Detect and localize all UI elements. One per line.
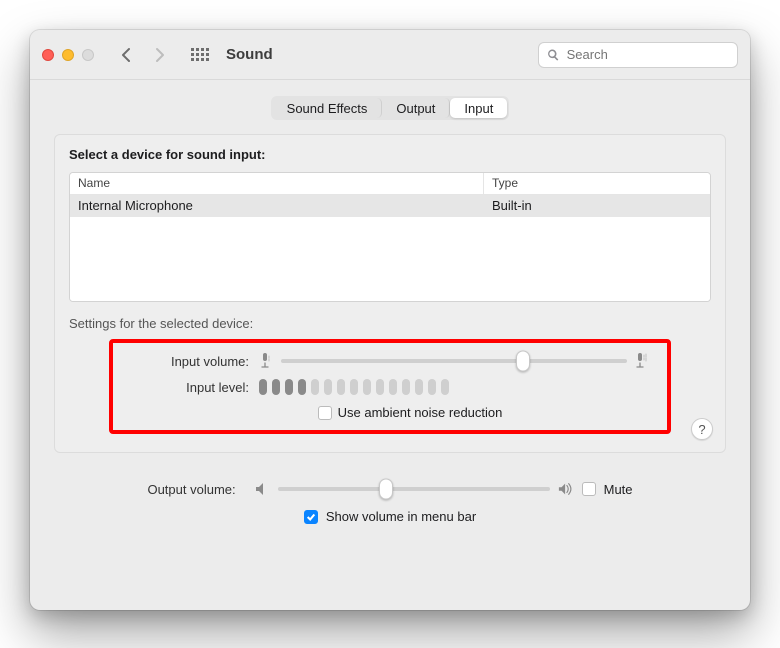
input-level-meter bbox=[259, 379, 449, 395]
search-icon bbox=[547, 48, 560, 62]
mute-label: Mute bbox=[604, 482, 633, 497]
menubar-label: Show volume in menu bar bbox=[326, 509, 476, 524]
content-area: Sound Effects Output Input Select a devi… bbox=[30, 80, 750, 610]
panel-title: Select a device for sound input: bbox=[69, 147, 711, 162]
highlighted-settings-area: Input volume: bbox=[109, 339, 671, 434]
device-name: Internal Microphone bbox=[70, 195, 484, 217]
level-bar bbox=[259, 379, 267, 395]
level-bar bbox=[389, 379, 397, 395]
window-traffic-lights bbox=[42, 49, 94, 61]
input-volume-knob[interactable] bbox=[516, 351, 530, 372]
menubar-row: Show volume in menu bar bbox=[54, 509, 726, 524]
settings-title: Settings for the selected device: bbox=[69, 316, 711, 331]
input-level-label: Input level: bbox=[131, 380, 249, 395]
level-bar bbox=[298, 379, 306, 395]
level-bar bbox=[324, 379, 332, 395]
level-bar bbox=[272, 379, 280, 395]
output-volume-slider-area bbox=[254, 481, 574, 497]
tab-sound-effects[interactable]: Sound Effects bbox=[273, 98, 383, 118]
level-bar bbox=[376, 379, 384, 395]
table-empty-area bbox=[70, 217, 710, 301]
show-all-button[interactable] bbox=[188, 43, 212, 67]
mute-checkbox[interactable] bbox=[582, 482, 596, 496]
input-panel: Select a device for sound input: Name Ty… bbox=[54, 134, 726, 453]
speaker-high-icon bbox=[558, 481, 574, 497]
close-window-button[interactable] bbox=[42, 49, 54, 61]
mic-low-icon bbox=[259, 353, 273, 369]
speaker-low-icon bbox=[254, 481, 270, 497]
window-title: Sound bbox=[226, 46, 273, 63]
titlebar: Sound bbox=[30, 30, 750, 80]
grid-icon bbox=[191, 46, 209, 64]
sound-tabs: Sound Effects Output Input bbox=[271, 96, 510, 120]
menubar-checkbox[interactable] bbox=[304, 510, 318, 524]
input-volume-row: Input volume: bbox=[131, 353, 649, 369]
tab-output[interactable]: Output bbox=[382, 98, 450, 118]
level-bar bbox=[337, 379, 345, 395]
level-bar bbox=[350, 379, 358, 395]
level-bar bbox=[415, 379, 423, 395]
forward-button bbox=[148, 43, 172, 67]
input-volume-label: Input volume: bbox=[131, 354, 249, 369]
level-bar bbox=[363, 379, 371, 395]
device-type: Built-in bbox=[484, 195, 710, 217]
input-device-table: Name Type Internal Microphone Built-in bbox=[69, 172, 711, 302]
level-bar bbox=[311, 379, 319, 395]
output-volume-label: Output volume: bbox=[147, 482, 235, 497]
noise-reduction-row: Use ambient noise reduction bbox=[171, 405, 649, 420]
column-header-name[interactable]: Name bbox=[70, 173, 484, 195]
column-header-type[interactable]: Type bbox=[484, 173, 710, 195]
minimize-window-button[interactable] bbox=[62, 49, 74, 61]
input-volume-slider-area bbox=[259, 353, 649, 369]
input-level-row: Input level: bbox=[131, 379, 649, 395]
noise-reduction-checkbox[interactable] bbox=[318, 406, 332, 420]
level-bar bbox=[441, 379, 449, 395]
input-volume-slider[interactable] bbox=[281, 359, 627, 363]
sound-preferences-window: Sound Sound Effects Output Input Select … bbox=[30, 30, 750, 610]
output-volume-row: Output volume: Mute bbox=[54, 481, 726, 497]
mic-high-icon bbox=[635, 353, 649, 369]
tab-input[interactable]: Input bbox=[450, 98, 507, 118]
back-button[interactable] bbox=[114, 43, 138, 67]
level-bar bbox=[285, 379, 293, 395]
output-volume-slider[interactable] bbox=[278, 487, 550, 491]
help-button[interactable]: ? bbox=[691, 418, 713, 440]
level-bar bbox=[428, 379, 436, 395]
noise-reduction-label: Use ambient noise reduction bbox=[338, 405, 503, 420]
level-bar bbox=[402, 379, 410, 395]
search-field[interactable] bbox=[538, 42, 738, 68]
table-row[interactable]: Internal Microphone Built-in bbox=[70, 195, 710, 217]
zoom-window-button bbox=[82, 49, 94, 61]
search-input[interactable] bbox=[565, 46, 729, 63]
table-header: Name Type bbox=[70, 173, 710, 195]
output-volume-knob[interactable] bbox=[379, 479, 393, 500]
